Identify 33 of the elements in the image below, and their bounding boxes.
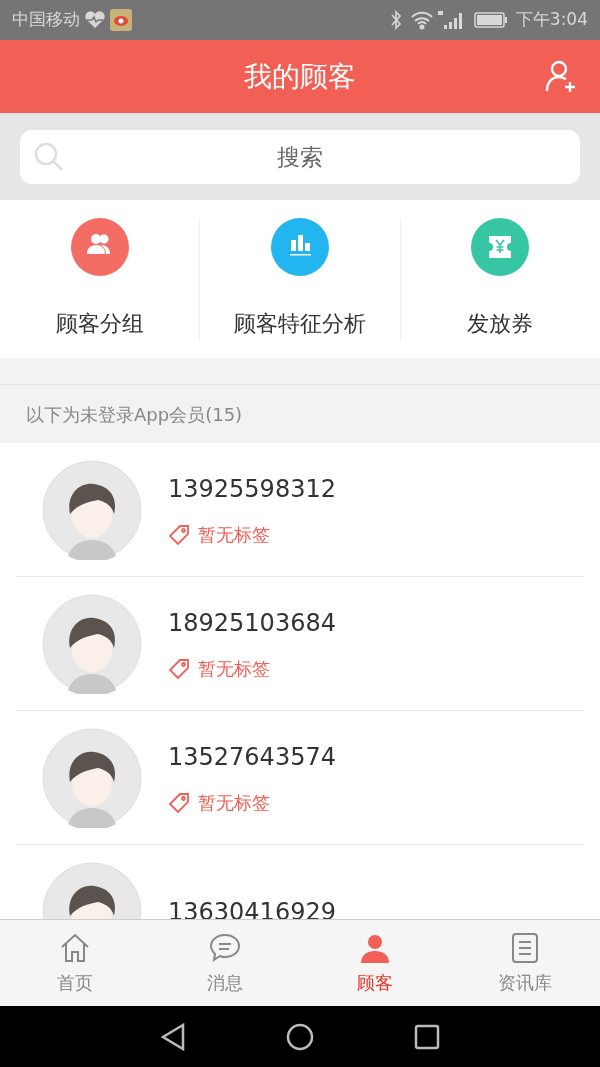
search-field[interactable]: 搜索 — [20, 129, 580, 184]
wifi-icon — [409, 10, 434, 30]
status-time: 下午3:04 — [515, 8, 588, 32]
phone-number[interactable]: 13527643574 — [168, 739, 336, 775]
tag-icon — [168, 791, 190, 814]
feature-label[interactable]: 顾客分组 — [55, 307, 144, 340]
heart-rate-icon — [84, 11, 106, 29]
page-title: 我的顾客 — [244, 58, 356, 95]
home-circle-icon[interactable] — [286, 1022, 314, 1051]
section-label: 以下为未登录App会员(15) — [26, 402, 243, 427]
tag-label: 暂无标签 — [198, 791, 270, 815]
tag-label: 暂无标签 — [198, 523, 270, 547]
bluetooth-icon — [389, 10, 402, 30]
battery-icon — [473, 11, 508, 29]
carrier-name: 中国移动 — [12, 8, 80, 32]
ticket-icon[interactable] — [471, 218, 530, 276]
phone-number[interactable]: 13630416929 — [168, 893, 336, 919]
people-icon[interactable] — [70, 218, 129, 276]
avatar-icon — [42, 593, 142, 694]
eye-app-icon — [110, 9, 132, 31]
back-icon[interactable] — [160, 1022, 186, 1051]
tag-label: 暂无标签 — [198, 657, 270, 681]
recents-square-icon[interactable] — [414, 1023, 440, 1050]
feature-label[interactable]: 顾客特征分析 — [234, 307, 366, 340]
phone-number[interactable]: 18925103684 — [168, 605, 336, 641]
bar-chart-icon[interactable] — [271, 218, 329, 276]
avatar-icon — [42, 727, 142, 828]
tag-icon — [168, 657, 190, 680]
phone-number[interactable]: 13925598312 — [168, 471, 336, 507]
tab[interactable]: 顾客 — [300, 920, 450, 1006]
feature-label[interactable]: 发放券 — [467, 307, 534, 340]
tag-icon — [168, 523, 190, 546]
avatar-icon — [42, 459, 142, 560]
